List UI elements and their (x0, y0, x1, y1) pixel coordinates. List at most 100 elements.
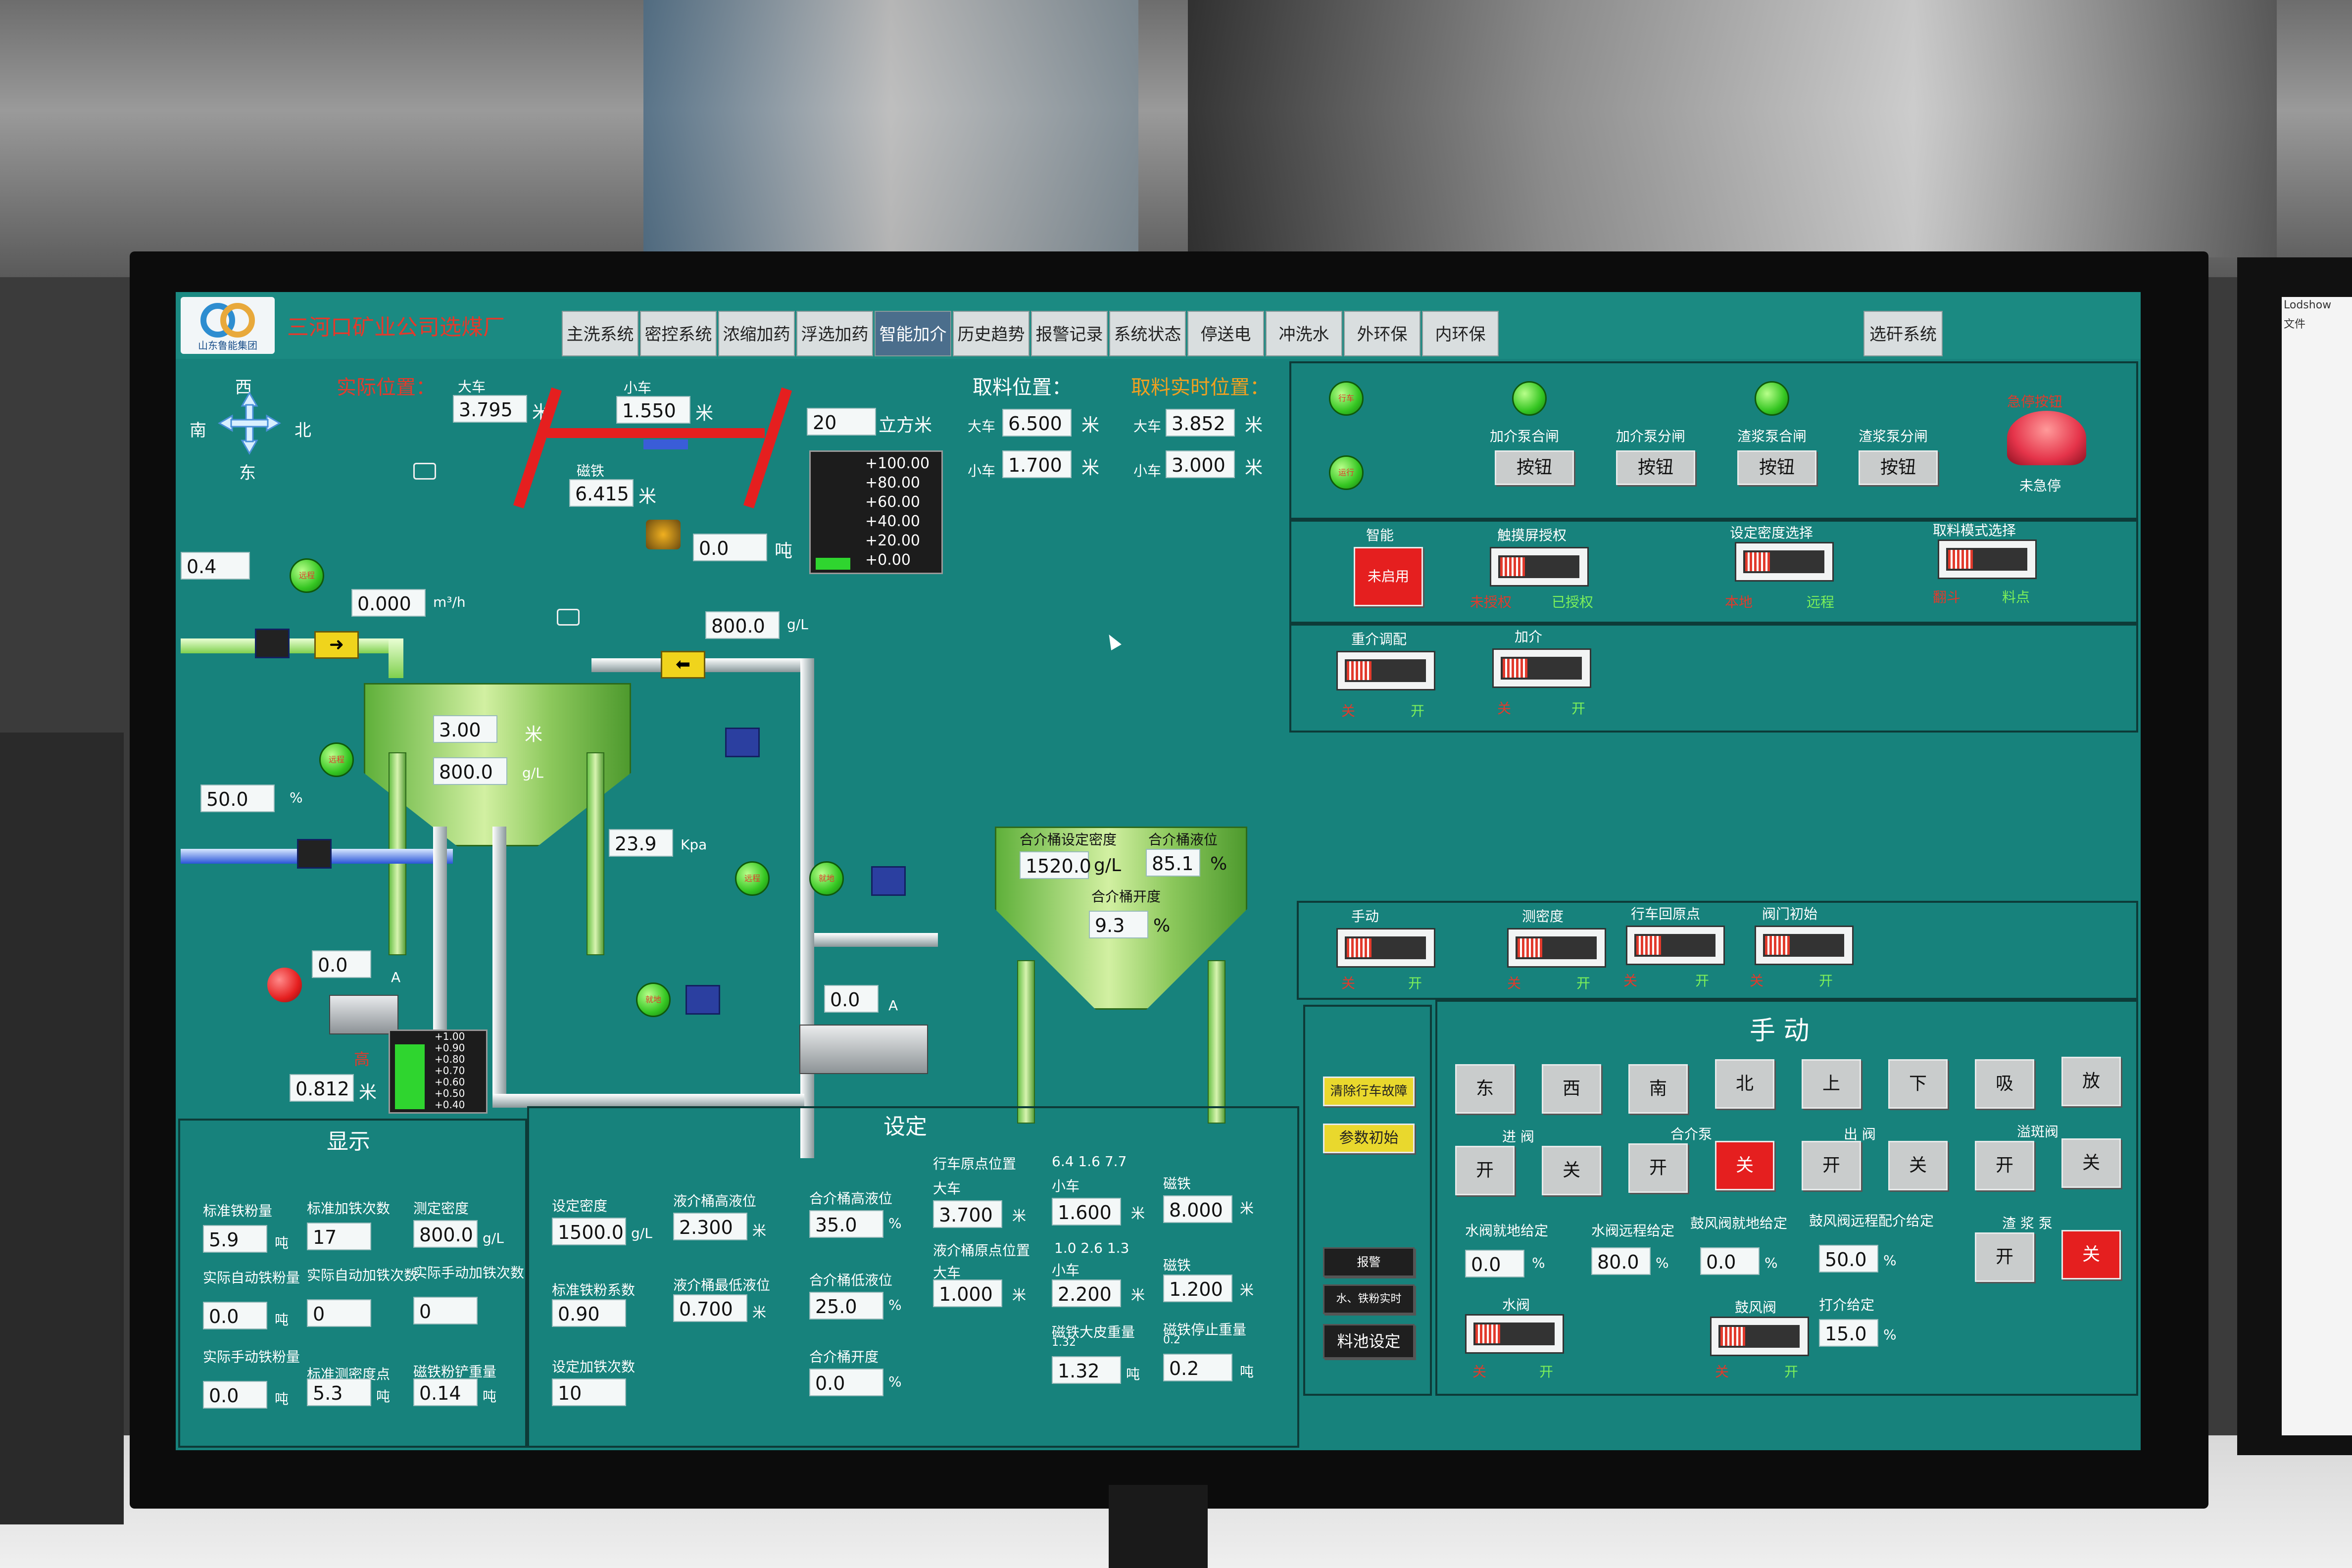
density-select-toggle[interactable] (1735, 542, 1834, 582)
hit-set-label: 打介给定 (1819, 1297, 1875, 1313)
add-pump-close-button[interactable]: 按钮 (1495, 450, 1574, 485)
white-pipe-bottom (492, 1094, 804, 1108)
blue-valve-3[interactable] (686, 985, 720, 1015)
mag2-unit: 米 (1240, 1282, 1254, 1298)
clear-fault-button[interactable]: 清除行车故障 (1323, 1077, 1415, 1106)
slurry-pump-close-button[interactable]: 关 (2061, 1230, 2121, 1279)
set-density-value[interactable]: 1500.0 (552, 1218, 626, 1245)
mix-gate-set-value[interactable]: 0.0 (809, 1369, 883, 1396)
heavy-adjust-toggle[interactable] (1336, 651, 1435, 690)
overflow-valve-close-button[interactable]: 关 (2061, 1138, 2121, 1188)
display-unit-3: g/L (483, 1230, 504, 1246)
pump-current-unit: A (391, 969, 401, 985)
mag-value[interactable]: 8.000 (1163, 1195, 1232, 1223)
add-medium-toggle[interactable] (1492, 648, 1591, 688)
tab-alarm-record[interactable]: 报警记录 (1031, 311, 1108, 356)
dir-north-button[interactable]: 北 (1715, 1059, 1774, 1109)
crane-small-value[interactable]: 1.600 (1052, 1198, 1121, 1225)
white-pipe-to-mix (814, 933, 938, 947)
touch-auth-toggle[interactable] (1490, 547, 1589, 587)
slurry-pump-close-button[interactable]: 按钮 (1737, 450, 1816, 485)
release-button[interactable]: 放 (2061, 1057, 2121, 1106)
outlet-valve-open-button[interactable]: 开 (1802, 1141, 1861, 1190)
mix-leg-2 (1208, 960, 1225, 1124)
add-pump-open-button[interactable]: 按钮 (1616, 450, 1695, 485)
water-valve-remote-value[interactable]: 80.0 (1591, 1247, 1651, 1275)
stop-weight-value[interactable]: 0.2 (1163, 1354, 1232, 1381)
max-weight-value[interactable]: 1.32 (1052, 1356, 1121, 1384)
tab-power[interactable]: 停送电 (1187, 311, 1264, 356)
air-valve-set-value[interactable]: 0.0 (1700, 1247, 1760, 1275)
bottom-level-gauge: +1.00 +0.90 +0.80 +0.70 +0.60 +0.50 +0.4… (389, 1029, 488, 1114)
mag2-value[interactable]: 1.200 (1163, 1274, 1232, 1302)
side-app-menu[interactable]: 文件 (2282, 313, 2352, 333)
slurry-pump-open-button[interactable]: 开 (1975, 1232, 2034, 1282)
dir-up-button[interactable]: 上 (1802, 1059, 1861, 1109)
hit-set-value[interactable]: 15.0 (1819, 1319, 1878, 1347)
air-valve-remote-label: 鼓风阀远程配介给定 (1809, 1213, 1934, 1229)
mix-big-value[interactable]: 1.000 (933, 1279, 1002, 1307)
camera-icon-2 (557, 609, 580, 626)
smart-mode-button[interactable]: 未启用 (1354, 547, 1423, 606)
inlet-valve-close-button[interactable]: 关 (1542, 1146, 1601, 1195)
pick-mode-toggle[interactable] (1938, 539, 2037, 579)
tab-history-trend[interactable]: 历史趋势 (953, 311, 1029, 356)
high-label: 高 (354, 1050, 370, 1069)
tab-outer-env[interactable]: 外环保 (1344, 311, 1421, 356)
inlet-valve-1[interactable] (255, 629, 290, 658)
pickup-small-car-label: 小车 (968, 463, 996, 479)
tab-smart-medium[interactable]: 智能加介 (875, 311, 951, 356)
param-init-button[interactable]: 参数初始 (1323, 1124, 1415, 1153)
mix-pump-close-button[interactable]: 关 (1715, 1141, 1774, 1190)
display-unit-9: 吨 (483, 1388, 497, 1405)
pool-set-button[interactable]: 料池设定 (1323, 1324, 1415, 1359)
air-valve-remote-value[interactable]: 50.0 (1819, 1245, 1878, 1273)
suck-button[interactable]: 吸 (1975, 1059, 2034, 1109)
blue-valve-1[interactable] (725, 728, 760, 757)
realtime-big-car-label: 大车 (1133, 418, 1162, 435)
water-valve-set-value[interactable]: 0.0 (1465, 1250, 1524, 1277)
tab-thickening[interactable]: 浓缩加药 (718, 311, 795, 356)
max-weight-sub: 1.32 (1052, 1336, 1076, 1349)
dir-down-button[interactable]: 下 (1888, 1059, 1948, 1109)
crane-big-value[interactable]: 3.700 (933, 1200, 1002, 1228)
water-valve-toggle[interactable] (1465, 1314, 1564, 1354)
outlet-valve-close-button[interactable]: 关 (1888, 1141, 1948, 1190)
tab-system-status[interactable]: 系统状态 (1109, 311, 1186, 356)
tab-flotation[interactable]: 浮选加药 (796, 311, 873, 356)
std-coef-value[interactable]: 0.90 (552, 1299, 626, 1327)
tab-flush-water[interactable]: 冲洗水 (1266, 311, 1342, 356)
manual-toggle-off-1: 关 (1341, 975, 1356, 991)
alarm-button[interactable]: 报警 (1323, 1247, 1415, 1277)
mix-high-value[interactable]: 2.300 (673, 1213, 747, 1240)
dir-south-button[interactable]: 南 (1628, 1064, 1688, 1114)
overflow-valve-open-button[interactable]: 开 (1975, 1141, 2034, 1190)
manual-toggle-1[interactable] (1336, 928, 1435, 968)
inlet-valve-open-button[interactable]: 开 (1455, 1146, 1515, 1195)
mix-level-high-value[interactable]: 35.0 (809, 1210, 883, 1238)
dir-east-button[interactable]: 东 (1455, 1064, 1515, 1114)
logo-text: 山东鲁能集团 (198, 340, 257, 351)
dir-west-button[interactable]: 西 (1542, 1064, 1601, 1114)
tab-gangue-system[interactable]: 选矸系统 (1863, 311, 1943, 356)
blue-valve-2[interactable] (871, 866, 906, 896)
water-iron-realtime-button[interactable]: 水、铁粉实时 (1323, 1284, 1415, 1314)
manual-toggle-2[interactable] (1507, 928, 1606, 968)
mix-small-value[interactable]: 2.200 (1052, 1279, 1121, 1307)
add-pump-open-label: 加介泵分闸 (1616, 428, 1686, 444)
mix-pump-open-button[interactable]: 开 (1628, 1143, 1688, 1193)
mix-level-low-value[interactable]: 25.0 (809, 1292, 883, 1320)
manual-toggle-3[interactable] (1626, 926, 1725, 965)
manual-toggle-4[interactable] (1755, 926, 1854, 965)
tab-main-wash[interactable]: 主洗系统 (562, 311, 638, 356)
mix-low-value[interactable]: 0.700 (673, 1294, 747, 1322)
set-add-times-value[interactable]: 10 (552, 1378, 626, 1406)
crane-trolley (643, 440, 688, 449)
emergency-stop-button[interactable] (2007, 411, 2086, 465)
tab-density-control[interactable]: 密控系统 (640, 311, 717, 356)
air-valve-toggle[interactable] (1710, 1317, 1809, 1356)
inlet-valve-2[interactable] (297, 839, 332, 869)
tab-inner-env[interactable]: 内环保 (1422, 311, 1499, 356)
pickup-big-car-value: 6.500 (1002, 409, 1072, 437)
slurry-pump-open-button[interactable]: 按钮 (1859, 450, 1938, 485)
